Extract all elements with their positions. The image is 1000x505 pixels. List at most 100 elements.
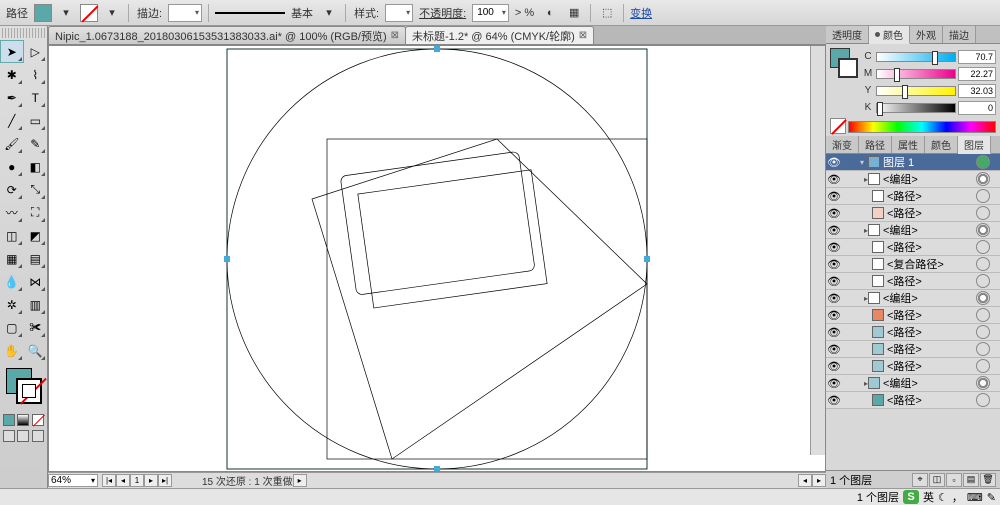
layer-row[interactable]: 👁<路径> — [826, 188, 1000, 205]
target-icon[interactable] — [976, 155, 990, 169]
stroke-preview[interactable] — [215, 12, 285, 20]
stroke-indicator[interactable] — [16, 378, 42, 404]
fill-stroke-control[interactable] — [4, 366, 43, 408]
C-slider[interactable] — [876, 52, 956, 62]
visibility-toggle[interactable]: 👁 — [826, 241, 842, 254]
type-tool[interactable]: T — [24, 86, 48, 109]
pen-tool[interactable]: ✒ — [0, 86, 24, 109]
eraser-tool[interactable]: ◧ — [24, 155, 48, 178]
M-slider[interactable] — [876, 69, 956, 79]
close-icon[interactable]: ⊠ — [579, 30, 587, 41]
panel-tab-路径[interactable]: 路径 — [859, 136, 892, 153]
panel-tab-颜色[interactable]: 颜色 — [869, 26, 910, 44]
scale-tool[interactable]: ⤡ — [24, 178, 48, 201]
visibility-toggle[interactable]: 👁 — [826, 292, 842, 305]
ime-moon-icon[interactable]: ☾ — [938, 491, 948, 504]
screen-mode-1[interactable] — [3, 430, 15, 442]
layer-row[interactable]: 👁▸<编组> — [826, 290, 1000, 307]
layer-name[interactable]: <路径> — [887, 341, 974, 357]
delete-layer-btn[interactable]: 🗑 — [980, 473, 996, 487]
gradient-tool[interactable]: ▤ — [24, 247, 48, 270]
ime-keyboard-icon[interactable]: ⌨ — [967, 491, 983, 504]
target-icon[interactable] — [976, 359, 990, 373]
canvas[interactable] — [48, 45, 826, 472]
first-artboard-btn[interactable]: |◂ — [102, 474, 116, 487]
visibility-toggle[interactable]: 👁 — [826, 173, 842, 186]
panel-grip[interactable] — [2, 28, 45, 38]
visibility-toggle[interactable]: 👁 — [826, 275, 842, 288]
K-value[interactable] — [958, 101, 996, 115]
target-icon[interactable] — [976, 206, 990, 220]
layer-row[interactable]: 👁▸<编组> — [826, 171, 1000, 188]
graphic-style-combo[interactable] — [385, 4, 413, 22]
status-menu-btn[interactable]: ▸ — [293, 474, 307, 487]
layer-name[interactable]: <编组> — [883, 222, 974, 238]
visibility-toggle[interactable]: 👁 — [826, 207, 842, 220]
target-icon[interactable] — [976, 274, 990, 288]
target-icon[interactable] — [976, 325, 990, 339]
transform-link[interactable]: 变换 — [630, 5, 652, 21]
panel-tab-外观[interactable]: 外观 — [910, 26, 943, 43]
recolor-icon[interactable]: ◐ — [540, 3, 560, 23]
none-mode-btn[interactable] — [32, 414, 44, 426]
blob-brush-tool[interactable]: ● — [0, 155, 24, 178]
paintbrush-tool[interactable]: 🖌 — [0, 132, 24, 155]
blend-tool[interactable]: ⋈ — [24, 270, 48, 293]
close-icon[interactable]: ⊠ — [391, 30, 399, 41]
target-icon[interactable] — [976, 223, 990, 237]
prev-artboard-btn[interactable]: ◂ — [116, 474, 130, 487]
ime-comma-icon[interactable]: ， — [952, 489, 963, 505]
ime-settings-icon[interactable]: ✎ — [987, 491, 996, 504]
expand-toggle[interactable]: ▸ — [856, 379, 868, 388]
layer-row[interactable]: 👁▸<编组> — [826, 222, 1000, 239]
Y-slider[interactable] — [876, 86, 956, 96]
perspective-tool[interactable]: ◩ — [24, 224, 48, 247]
layer-name[interactable]: <路径> — [887, 307, 974, 323]
rotate-tool[interactable]: ⟳ — [0, 178, 24, 201]
visibility-toggle[interactable]: 👁 — [826, 224, 842, 237]
layer-name[interactable]: <路径> — [887, 324, 974, 340]
layer-row[interactable]: 👁<路径> — [826, 341, 1000, 358]
next-artboard-btn[interactable]: ▸ — [144, 474, 158, 487]
layer-row[interactable]: 👁 <路径> — [826, 307, 1000, 324]
stroke-weight-combo[interactable] — [168, 4, 202, 22]
fill-swatch[interactable] — [34, 4, 52, 22]
layer-name[interactable]: <编组> — [883, 290, 974, 306]
layer-row[interactable]: 👁<路径> — [826, 392, 1000, 409]
panel-tab-属性[interactable]: 属性 — [892, 136, 925, 153]
layer-name[interactable]: 图层 1 — [883, 154, 974, 170]
make-clip-btn[interactable]: ◫ — [929, 473, 945, 487]
layer-name[interactable]: <编组> — [883, 375, 974, 391]
panel-tab-图层[interactable]: 图层 — [958, 136, 991, 154]
opacity-label[interactable]: 不透明度: — [417, 5, 468, 21]
selection-tool[interactable]: ➤ — [0, 40, 24, 63]
M-value[interactable] — [958, 67, 996, 81]
expand-toggle[interactable]: ▸ — [856, 175, 868, 184]
free-transform-tool[interactable]: ⛶ — [24, 201, 48, 224]
K-slider[interactable] — [876, 103, 956, 113]
layer-name[interactable]: <路径> — [887, 358, 974, 374]
layer-name[interactable]: <路径> — [887, 239, 974, 255]
opacity-combo[interactable]: 100 — [472, 4, 509, 22]
layer-name[interactable]: <复合路径> — [887, 256, 974, 272]
layer-row[interactable]: 👁 <复合路径> — [826, 256, 1000, 273]
vertical-scrollbar[interactable] — [810, 46, 825, 455]
target-icon[interactable] — [976, 342, 990, 356]
stroke-style-drop[interactable]: ▾ — [319, 3, 339, 23]
layer-row[interactable]: 👁<路径> — [826, 273, 1000, 290]
width-tool[interactable]: 〰 — [0, 201, 24, 224]
target-icon[interactable] — [976, 240, 990, 254]
target-icon[interactable] — [976, 393, 990, 407]
sogou-ime-icon[interactable]: S — [903, 490, 919, 504]
ime-lang[interactable]: 英 — [923, 489, 934, 505]
lasso-tool[interactable]: ⌇ — [24, 63, 48, 86]
visibility-toggle[interactable]: 👁 — [826, 394, 842, 407]
doc-tab-0[interactable]: Nipic_1.0673188_20180306153531383033.ai*… — [48, 26, 406, 44]
visibility-toggle[interactable]: 👁 — [826, 377, 842, 390]
artboard-tool[interactable]: ▢ — [0, 316, 24, 339]
new-sublayer-btn[interactable]: ▫ — [946, 473, 962, 487]
visibility-toggle[interactable]: 👁 — [826, 309, 842, 322]
target-icon[interactable] — [976, 376, 990, 390]
target-icon[interactable] — [976, 257, 990, 271]
visibility-toggle[interactable]: 👁 — [826, 258, 842, 271]
